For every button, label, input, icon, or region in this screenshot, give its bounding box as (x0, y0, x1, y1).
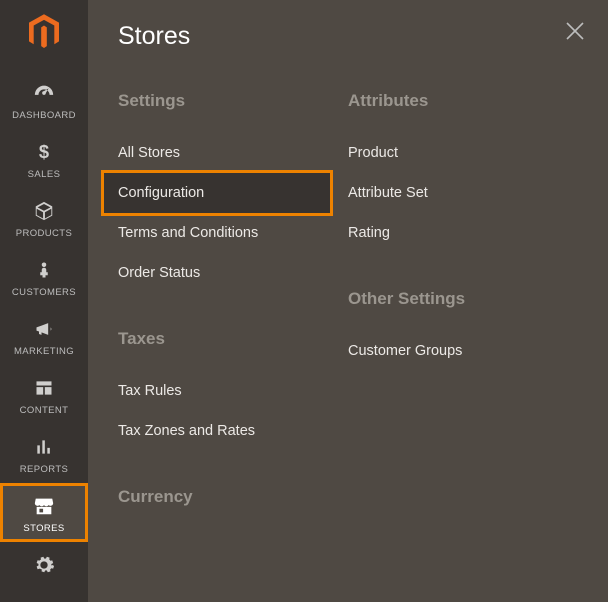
group-heading: Currency (118, 487, 348, 507)
bar-chart-icon (30, 434, 58, 460)
gear-icon (30, 552, 58, 578)
close-icon (564, 20, 586, 42)
menu-item-attribute-set[interactable]: Attribute Set (348, 173, 578, 213)
sidebar-item-label: CONTENT (20, 405, 69, 416)
megaphone-icon (30, 316, 58, 342)
group-taxes: Taxes Tax Rules Tax Zones and Rates (118, 329, 348, 451)
sidebar-item-sales[interactable]: $ SALES (0, 129, 88, 188)
stores-panel: Stores Settings All Stores Configuration… (88, 0, 608, 602)
sidebar-item-label: PRODUCTS (16, 228, 73, 239)
menu-item-customer-groups[interactable]: Customer Groups (348, 331, 578, 371)
sidebar-item-dashboard[interactable]: DASHBOARD (0, 70, 88, 129)
sidebar-item-label: MARKETING (14, 346, 74, 357)
group-currency: Currency (118, 487, 348, 507)
magento-logo (24, 12, 64, 52)
sidebar-item-label: CUSTOMERS (12, 287, 76, 298)
person-icon (30, 257, 58, 283)
group-heading: Taxes (118, 329, 348, 349)
sidebar-item-marketing[interactable]: MARKETING (0, 306, 88, 365)
layout-icon (30, 375, 58, 401)
menu-item-all-stores[interactable]: All Stores (118, 133, 348, 173)
menu-item-terms[interactable]: Terms and Conditions (118, 213, 348, 253)
sidebar-item-system[interactable] (0, 542, 88, 582)
store-icon (30, 493, 58, 519)
sidebar-item-customers[interactable]: CUSTOMERS (0, 247, 88, 306)
sidebar-item-label: SALES (28, 169, 61, 180)
sidebar-item-content[interactable]: CONTENT (0, 365, 88, 424)
menu-item-configuration[interactable]: Configuration (104, 173, 330, 213)
panel-title: Stores (118, 22, 578, 51)
panel-col-right: Attributes Product Attribute Set Rating … (348, 91, 578, 529)
main-sidebar: DASHBOARD $ SALES PRODUCTS CUSTOMERS MAR… (0, 0, 88, 602)
group-heading: Settings (118, 91, 348, 111)
box-icon (30, 198, 58, 224)
svg-text:$: $ (39, 141, 49, 162)
app-root: DASHBOARD $ SALES PRODUCTS CUSTOMERS MAR… (0, 0, 608, 602)
menu-item-tax-zones[interactable]: Tax Zones and Rates (118, 411, 348, 451)
sidebar-item-label: DASHBOARD (12, 110, 76, 121)
sidebar-item-reports[interactable]: REPORTS (0, 424, 88, 483)
sidebar-item-stores[interactable]: STORES (0, 483, 88, 542)
sidebar-item-label: REPORTS (20, 464, 69, 475)
group-attributes: Attributes Product Attribute Set Rating (348, 91, 578, 253)
menu-item-tax-rules[interactable]: Tax Rules (118, 371, 348, 411)
sidebar-item-label: STORES (23, 523, 64, 534)
group-settings: Settings All Stores Configuration Terms … (118, 91, 348, 293)
gauge-icon (30, 80, 58, 106)
menu-item-order-status[interactable]: Order Status (118, 253, 348, 293)
close-button[interactable] (564, 20, 586, 42)
sidebar-item-products[interactable]: PRODUCTS (0, 188, 88, 247)
magento-logo-icon (29, 14, 59, 50)
group-other-settings: Other Settings Customer Groups (348, 289, 578, 371)
menu-item-product[interactable]: Product (348, 133, 578, 173)
menu-item-rating[interactable]: Rating (348, 213, 578, 253)
dollar-icon: $ (30, 139, 58, 165)
group-heading: Attributes (348, 91, 578, 111)
panel-columns: Settings All Stores Configuration Terms … (118, 91, 578, 529)
panel-col-left: Settings All Stores Configuration Terms … (118, 91, 348, 529)
group-heading: Other Settings (348, 289, 578, 309)
